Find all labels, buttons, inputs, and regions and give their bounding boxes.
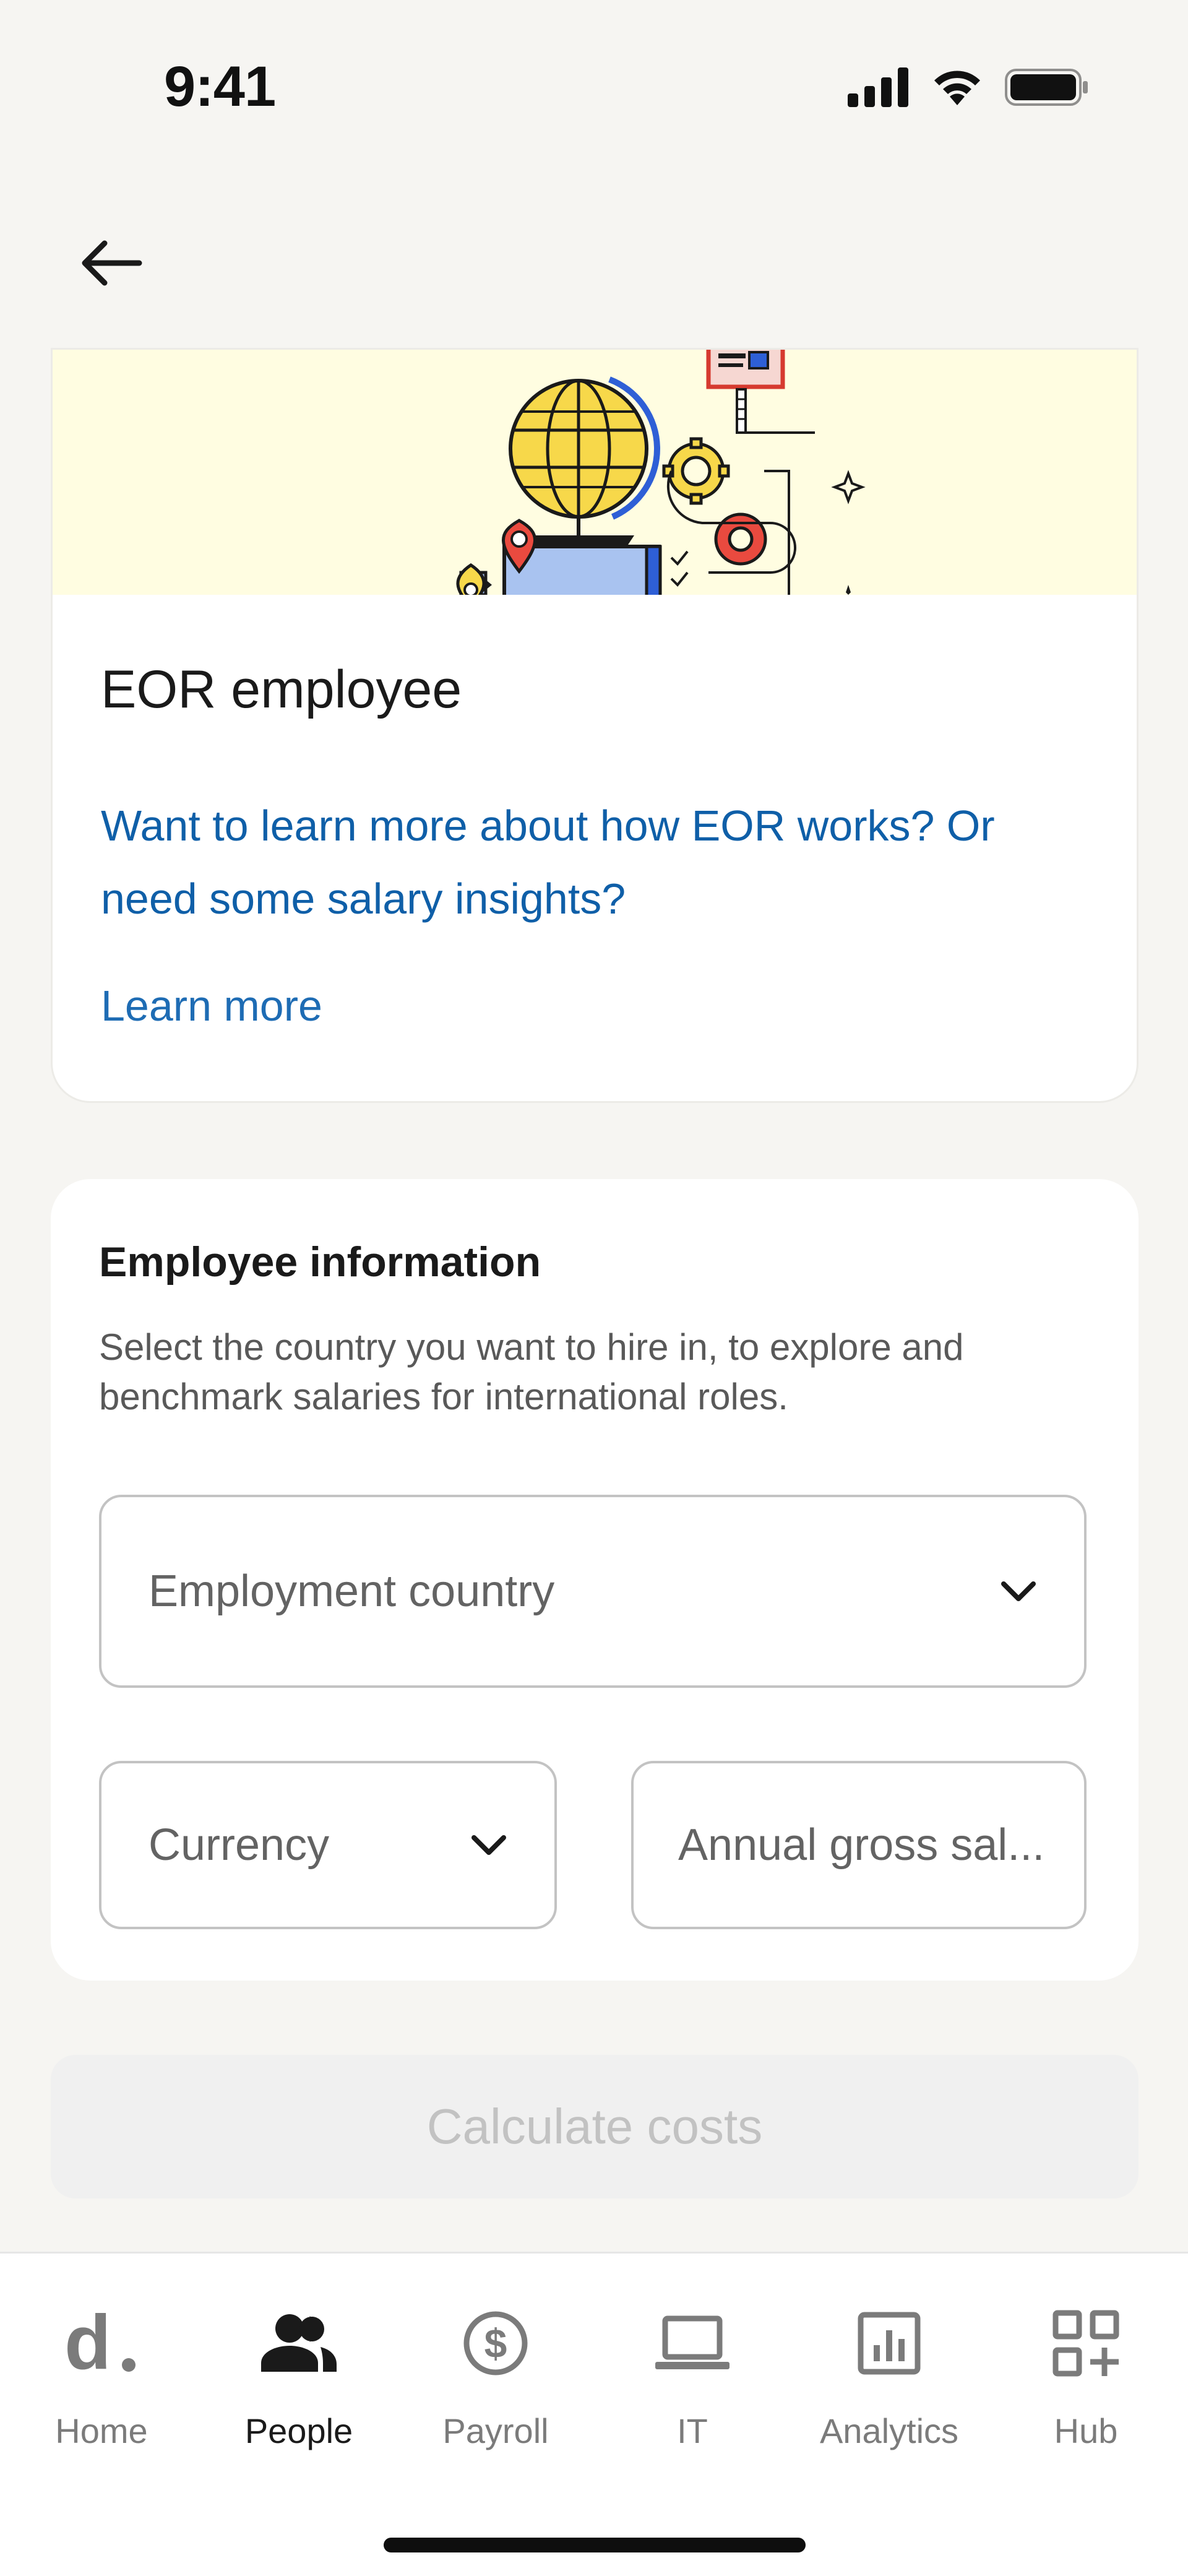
analytics-icon: [858, 2312, 921, 2375]
chevron-down-icon: [471, 1835, 506, 1855]
calculate-costs-button[interactable]: Calculate costs: [51, 2055, 1138, 2198]
tab-analytics-label: Analytics: [819, 2411, 959, 2450]
tab-payroll[interactable]: $ Payroll: [397, 2303, 595, 2451]
tab-analytics[interactable]: Analytics: [790, 2303, 988, 2451]
tab-hub[interactable]: Hub: [987, 2303, 1185, 2451]
annual-gross-salary-placeholder: Annual gross sal...: [678, 1820, 1045, 1870]
tab-people-label: People: [244, 2411, 353, 2450]
deel-logo-icon: d: [64, 2309, 136, 2377]
currency-select[interactable]: Currency: [99, 1761, 557, 1929]
status-icons: [848, 66, 1089, 109]
tab-payroll-label: Payroll: [442, 2411, 549, 2450]
tab-home[interactable]: d Home: [2, 2303, 200, 2451]
status-bar: 9:41: [0, 0, 1188, 173]
employee-info-subtitle: Select the country you want to hire in, …: [99, 1326, 964, 1417]
chevron-down-icon: [1001, 1581, 1036, 1601]
eor-illustration-banner: [53, 350, 1137, 595]
people-icon: [261, 2314, 337, 2372]
tab-hub-label: Hub: [1054, 2411, 1118, 2450]
currency-placeholder: Currency: [148, 1820, 330, 1870]
arrow-left-icon: [82, 240, 142, 286]
globe-illustration: [456, 350, 866, 595]
svg-text:$: $: [484, 2320, 507, 2366]
eor-card-title: EOR employee: [101, 660, 462, 719]
bottom-tab-bar: d Home People $ Payroll IT Analytics Hub: [0, 2252, 1188, 2576]
tab-it-label: IT: [677, 2411, 708, 2450]
eor-card-description: Want to learn more about how EOR works? …: [101, 802, 995, 923]
employment-country-placeholder: Employment country: [148, 1567, 555, 1616]
svg-text:d: d: [64, 2309, 111, 2377]
battery-icon: [1005, 69, 1088, 106]
back-button[interactable]: [74, 229, 148, 297]
grid-plus-icon: [1052, 2310, 1119, 2377]
tab-people[interactable]: People: [200, 2303, 398, 2451]
home-indicator: [384, 2538, 806, 2552]
annual-gross-salary-input[interactable]: Annual gross sal...: [631, 1761, 1087, 1929]
employee-info-title: Employee information: [99, 1238, 541, 1286]
laptop-icon: [655, 2315, 730, 2369]
tab-home-label: Home: [55, 2411, 148, 2450]
employment-country-select[interactable]: Employment country: [99, 1495, 1087, 1688]
wifi-icon: [934, 71, 980, 105]
eor-info-card: EOR employee Want to learn more about ho…: [51, 348, 1138, 1103]
status-time: 9:41: [164, 55, 276, 118]
dollar-icon: $: [463, 2311, 528, 2375]
cellular-signal-icon: [848, 67, 908, 107]
tab-it[interactable]: IT: [593, 2303, 791, 2451]
employee-info-card: Employee information Select the country …: [51, 1179, 1138, 1981]
learn-more-link[interactable]: Learn more: [101, 981, 322, 1031]
